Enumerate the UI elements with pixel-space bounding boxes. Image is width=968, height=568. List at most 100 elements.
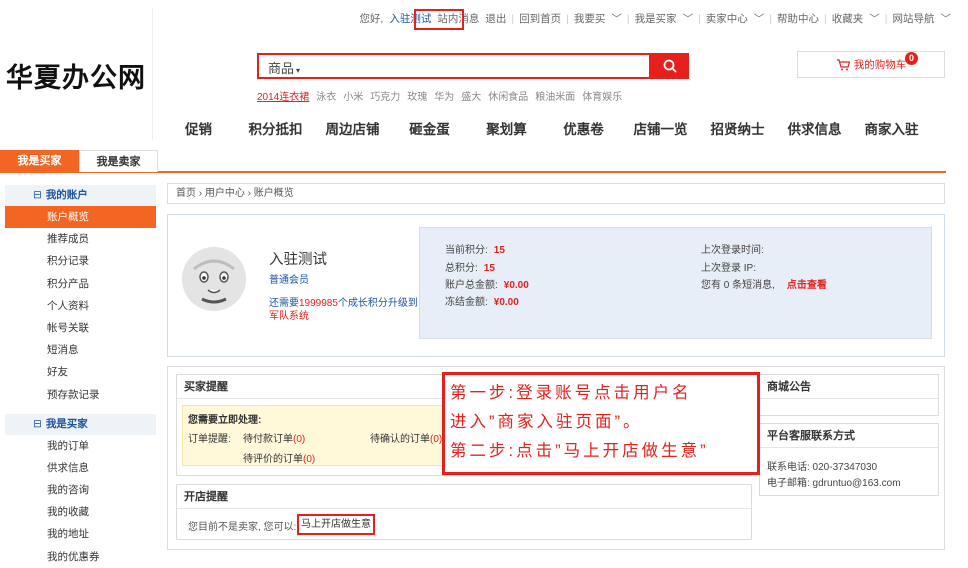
nav-item[interactable]: 砸金蛋 <box>391 118 468 138</box>
nav-item[interactable]: 优惠卷 <box>545 118 622 138</box>
sidebar-item-addresses[interactable]: 我的地址 <box>5 523 156 545</box>
user-level[interactable]: 普通会员 <box>269 271 309 286</box>
search-category-select[interactable]: 商品 ▾ <box>268 58 300 77</box>
divider: | <box>626 12 630 25</box>
cart-label: 我的购物车 <box>853 59 907 71</box>
sidebar: ⊟ 我的账户 账户概览 推荐成员 积分记录 积分产品 个人资料 帐号关联 短消息 … <box>5 182 156 563</box>
link-logout[interactable]: 退出 <box>485 11 506 26</box>
avatar[interactable] <box>182 247 246 311</box>
service-email[interactable]: 电子邮箱: gdruntuo@163.com <box>767 474 901 489</box>
search-button[interactable] <box>651 53 689 79</box>
pending-payment-link[interactable]: 待付款订单(0) <box>243 430 305 445</box>
sidebar-item-referrals[interactable]: 推荐成员 <box>5 228 156 250</box>
link-seller-center[interactable]: 卖家中心 <box>706 11 748 26</box>
hotword-link[interactable]: 体育娱乐 <box>582 88 622 103</box>
sidebar-item-coupons[interactable]: 我的优惠券 <box>5 546 156 568</box>
hotword-link[interactable]: 盛大 <box>461 88 481 103</box>
callout-line: 第一步:登录账号点击用户名 <box>450 384 692 402</box>
search-input[interactable] <box>257 53 651 79</box>
nav-item[interactable]: 招贤纳士 <box>699 118 776 138</box>
nav-item[interactable]: 供求信息 <box>776 118 853 138</box>
sidebar-item-points-products[interactable]: 积分产品 <box>5 273 156 295</box>
divider: | <box>769 12 773 25</box>
sidebar-section-buyer[interactable]: ⊟ 我是买家 <box>5 413 156 435</box>
breadcrumb[interactable]: 首页 › 用户中心 › 账户概览 <box>167 183 945 204</box>
site-logo[interactable]: 华夏办公网 <box>6 56 146 95</box>
upgrade-text: 还需要 <box>269 298 299 309</box>
instruction-callout: 第一步:登录账号点击用户名 进入”商家入驻页面”。 第二步:点击”马上开店做生意… <box>442 372 760 475</box>
tab-seller[interactable]: 我是卖家 <box>79 150 158 172</box>
caret-down-icon: ▾ <box>296 66 301 75</box>
hotword-link[interactable]: 巧克力 <box>370 88 400 103</box>
nav-item[interactable]: 商家入驻 <box>853 118 930 138</box>
link-text: 待评价的订单 <box>243 454 303 465</box>
link-home[interactable]: 回到首页 <box>519 11 561 26</box>
open-shop-button[interactable]: 马上开店做生意 <box>297 514 375 535</box>
nav-item[interactable]: 店铺一览 <box>622 118 699 138</box>
upgrade-target-link[interactable]: 军队系统 <box>269 311 309 322</box>
stat-value: ¥0.00 <box>493 297 519 308</box>
upgrade-text: 个成长积分升级到 <box>337 298 418 309</box>
stat-label: 当前积分: <box>445 245 488 256</box>
collapse-icon: ⊟ <box>33 417 42 430</box>
messages-row: 您有 0 条短消息, 点击查看 <box>701 276 827 291</box>
chevron-down-icon: ﹀ <box>682 13 694 25</box>
nav-item[interactable]: 促销 <box>160 118 237 138</box>
hotword-link[interactable]: 玫瑰 <box>407 88 427 103</box>
todo-heading: 您需要立即处理: <box>188 415 262 426</box>
cart-button[interactable]: 我的购物车 <box>797 51 945 78</box>
order-reminder-label: 订单提醒: <box>188 434 231 445</box>
hotword-link[interactable]: 泳衣 <box>316 88 336 103</box>
frozen-row: 冻结金额: ¥0.00 <box>445 293 519 308</box>
hotword-link[interactable]: 粮油米面 <box>535 88 575 103</box>
chevron-down-icon: ﹀ <box>753 13 765 25</box>
sidebar-item-friends[interactable]: 好友 <box>5 361 156 383</box>
hot-search-words: 2014连衣裙 泳衣 小米 巧克力 玫瑰 华为 盛大 休闲食品 粮油米面 体育娱… <box>257 88 622 103</box>
total-points-row: 总积分: 15 <box>445 259 495 274</box>
nav-item[interactable]: 聚划算 <box>468 118 545 138</box>
link-buy[interactable]: 我要买 <box>574 11 606 26</box>
service-phone: 联系电话: 020-37347030 <box>767 462 878 473</box>
divider <box>152 8 153 140</box>
greeting-text: 您好, <box>359 13 384 25</box>
sidebar-item-profile[interactable]: 个人资料 <box>5 295 156 317</box>
pending-review-link[interactable]: 待评价的订单(0) <box>243 450 315 465</box>
sidebar-section-account[interactable]: ⊟ 我的账户 <box>5 185 156 206</box>
sidebar-section-label: 我是买家 <box>45 417 88 430</box>
mall-notice-panel: 商城公告 <box>759 374 939 416</box>
cart-icon <box>836 58 850 70</box>
divider: | <box>566 12 569 25</box>
divider: | <box>824 12 827 25</box>
last-login-ip: 上次登录 IP: <box>701 263 757 274</box>
hotword-link[interactable]: 2014连衣裙 <box>257 88 309 103</box>
hotword-link[interactable]: 华为 <box>434 88 454 103</box>
sidebar-item-messages[interactable]: 短消息 <box>5 339 156 361</box>
nav-item[interactable]: 积分抵扣 <box>237 118 314 138</box>
view-messages-link[interactable]: 点击查看 <box>787 280 827 291</box>
sidebar-item-points-log[interactable]: 积分记录 <box>5 250 156 272</box>
hotword-link[interactable]: 休闲食品 <box>488 88 528 103</box>
link-site-nav[interactable]: 网站导航 <box>893 11 935 26</box>
avatar-face-icon <box>182 247 246 311</box>
sidebar-item-supply-demand[interactable]: 供求信息 <box>5 457 156 479</box>
tab-buyer[interactable]: 我是买家 <box>0 150 79 172</box>
sidebar-item-inquiries[interactable]: 我的咨询 <box>5 479 156 501</box>
sidebar-item-favorites[interactable]: 我的收藏 <box>5 501 156 523</box>
nav-item[interactable]: 周边店铺 <box>314 118 391 138</box>
panel-title: 商城公告 <box>760 375 938 399</box>
search-icon <box>663 59 677 73</box>
sidebar-item-deposit-log[interactable]: 预存款记录 <box>5 384 156 406</box>
link-favorites[interactable]: 收藏夹 <box>832 11 864 26</box>
pending-confirm-link[interactable]: 待确认的订单(0) <box>370 430 442 445</box>
hotword-link[interactable]: 小米 <box>343 88 363 103</box>
callout-line: 第二步:点击”马上开店做生意” <box>450 442 709 460</box>
link-buyer[interactable]: 我是买家 <box>635 11 677 26</box>
sidebar-item-overview[interactable]: 账户概览 <box>5 206 156 229</box>
sidebar-item-orders[interactable]: 我的订单 <box>5 435 156 457</box>
stat-value: ¥0.00 <box>503 280 529 291</box>
link-help[interactable]: 帮助中心 <box>777 11 819 26</box>
user-name[interactable]: 入驻测试 <box>269 248 327 269</box>
divider: | <box>884 12 888 25</box>
sidebar-item-linked-accounts[interactable]: 帐号关联 <box>5 317 156 339</box>
callout-line: 进入”商家入驻页面”。 <box>450 413 643 431</box>
